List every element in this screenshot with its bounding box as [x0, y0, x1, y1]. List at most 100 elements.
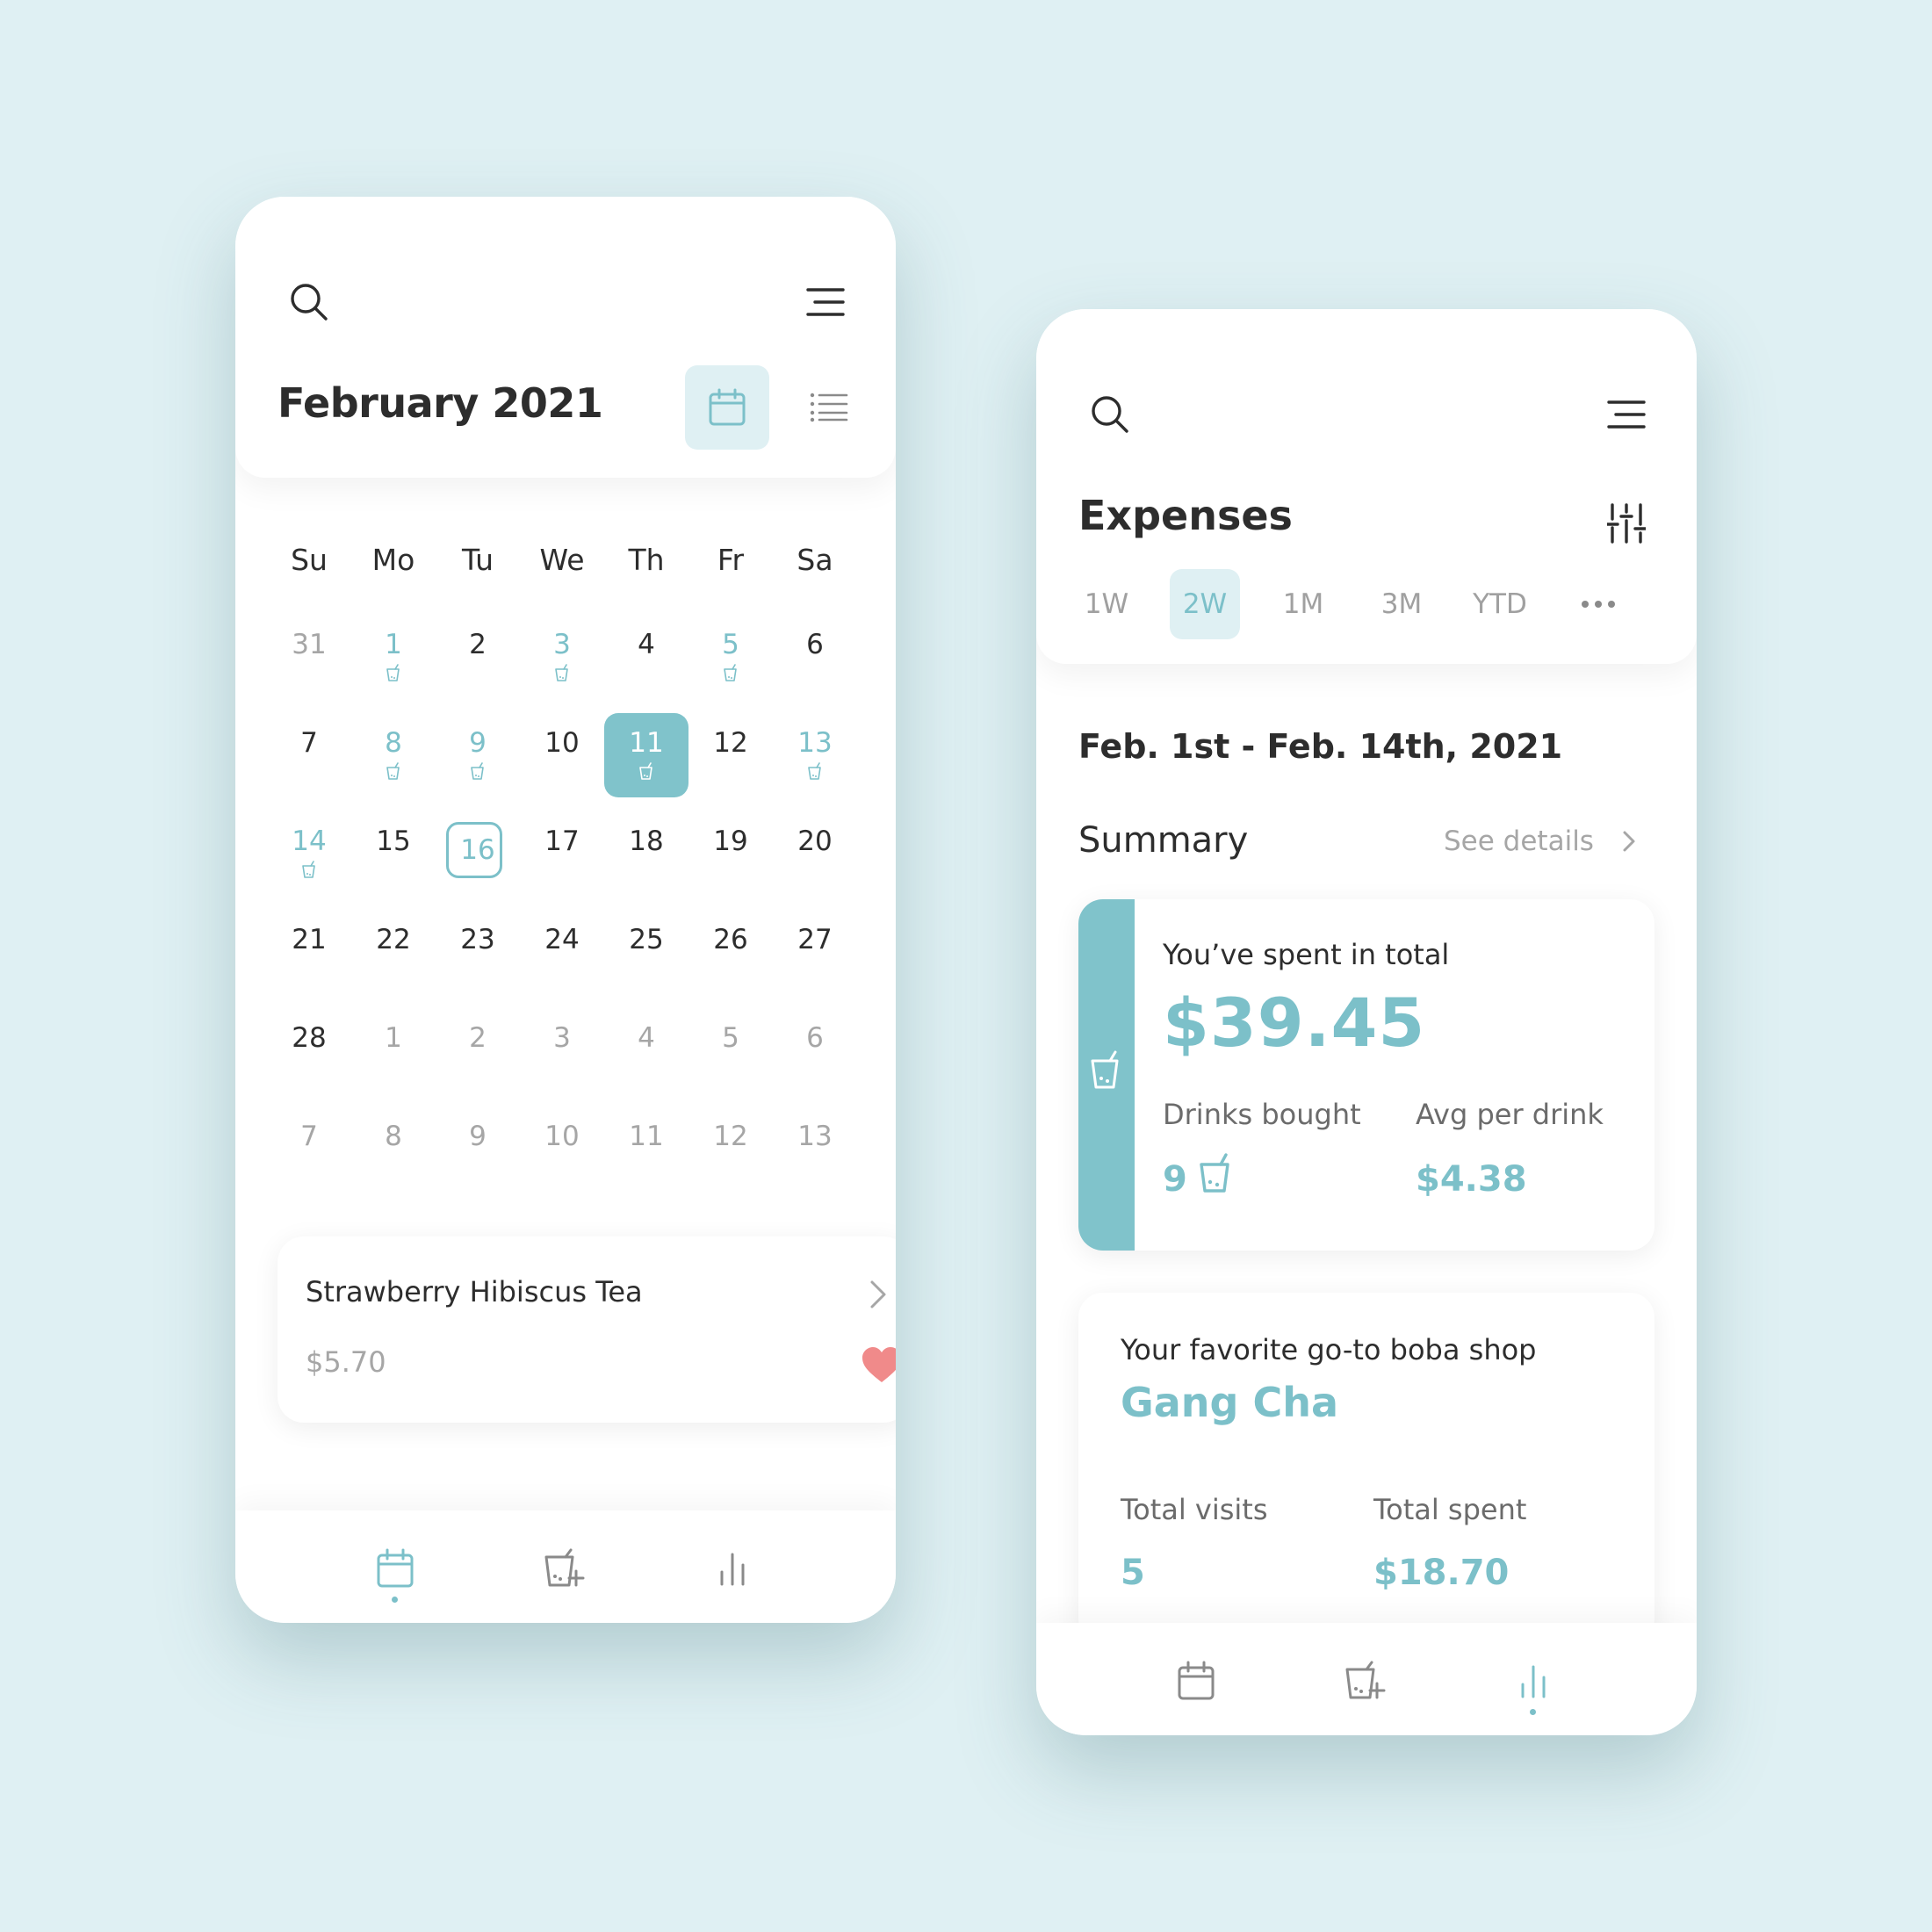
calendar-day[interactable]: 8 [351, 713, 436, 797]
tab-2w[interactable]: 2W [1170, 569, 1240, 639]
day-number: 4 [638, 629, 655, 660]
favorite-shop-label: Your favorite go-to boba shop [1121, 1333, 1537, 1366]
calendar-day[interactable]: 23 [436, 910, 520, 994]
nav-calendar[interactable] [369, 1542, 422, 1595]
calendar-day[interactable]: 11 [604, 1107, 688, 1191]
page-title: Expenses [1078, 492, 1293, 539]
calendar-day[interactable]: 5 [688, 1008, 773, 1092]
calendar-day[interactable]: 26 [688, 910, 773, 994]
nav-add-drink[interactable] [537, 1542, 590, 1595]
calendar-day[interactable]: 2 [436, 615, 520, 699]
calendar-day[interactable]: 24 [520, 910, 604, 994]
chevron-right-icon[interactable] [1621, 829, 1637, 857]
calendar-day[interactable]: 2 [436, 1008, 520, 1092]
add-drink-icon [1345, 1661, 1386, 1699]
calendar-day[interactable]: 13 [773, 713, 857, 797]
filter-sliders-icon[interactable] [1598, 495, 1654, 551]
day-number: 19 [713, 825, 748, 857]
day-number: 13 [797, 727, 833, 759]
calendar-day[interactable]: 13 [773, 1107, 857, 1191]
search-icon[interactable] [281, 274, 337, 330]
calendar-screen: February 2021 Su Mo Tu We Th Fr Sa 31 1 2 3 4 5 6 7 8 9… [235, 197, 896, 1623]
calendar-day[interactable]: 12 [688, 713, 773, 797]
see-details-link[interactable]: See details [1444, 825, 1594, 857]
day-number: 23 [460, 924, 495, 955]
tab-3m[interactable]: 3M [1366, 569, 1437, 639]
calendar-grid: 31 1 2 3 4 5 6 7 8 9 10 11 12 13 14 15 16 17 18 19 20 21 22 23 2… [267, 615, 857, 1205]
more-dots-icon[interactable] [1563, 569, 1633, 639]
boba-cup-icon [385, 762, 402, 783]
heart-icon[interactable] [861, 1345, 896, 1388]
calendar-icon [377, 1548, 414, 1588]
calendar-day[interactable]: 3 [520, 615, 604, 699]
calendar-day[interactable]: 10 [520, 1107, 604, 1191]
calendar-day[interactable]: 27 [773, 910, 857, 994]
search-icon[interactable] [1082, 386, 1138, 443]
calendar-day[interactable]: 3 [520, 1008, 604, 1092]
day-number: 12 [713, 727, 748, 759]
calendar-day[interactable]: 5 [688, 615, 773, 699]
calendar-day[interactable]: 4 [604, 615, 688, 699]
calendar-day[interactable]: 22 [351, 910, 436, 994]
tab-ytd[interactable]: YTD [1465, 569, 1535, 639]
list-view-button[interactable] [787, 365, 871, 450]
tab-1w[interactable]: 1W [1071, 569, 1142, 639]
calendar-day[interactable]: 15 [351, 811, 436, 896]
date-range: Feb. 1st - Feb. 14th, 2021 [1078, 727, 1563, 766]
calendar-day[interactable]: 17 [520, 811, 604, 896]
calendar-icon [1178, 1661, 1215, 1700]
boba-cup-icon [1198, 1152, 1233, 1196]
day-number: 11 [629, 1121, 664, 1152]
calendar-day[interactable]: 6 [773, 1008, 857, 1092]
menu-icon[interactable] [797, 274, 854, 330]
calendar-day[interactable]: 25 [604, 910, 688, 994]
range-tabs: 1W 2W 1M 3M YTD [1071, 569, 1662, 639]
calendar-day[interactable]: 4 [604, 1008, 688, 1092]
day-number: 3 [553, 1022, 571, 1054]
calendar-day[interactable]: 1 [351, 615, 436, 699]
active-nav-indicator [392, 1597, 398, 1603]
calendar-day[interactable]: 9 [436, 1107, 520, 1191]
calendar-view-button[interactable] [685, 365, 769, 450]
calendar-day[interactable]: 12 [688, 1107, 773, 1191]
calendar-day[interactable]: 31 [267, 615, 351, 699]
calendar-day[interactable]: 7 [267, 1107, 351, 1191]
calendar-day[interactable]: 14 [267, 811, 351, 896]
nav-calendar[interactable] [1170, 1654, 1222, 1707]
chevron-right-icon[interactable] [868, 1279, 889, 1314]
drinks-bought-label: Drinks bought [1163, 1098, 1361, 1131]
list-icon [810, 393, 848, 422]
calendar-day[interactable]: 20 [773, 811, 857, 896]
calendar-day[interactable]: 19 [688, 811, 773, 896]
calendar-day[interactable]: 8 [351, 1107, 436, 1191]
calendar-day[interactable]: 1 [351, 1008, 436, 1092]
menu-icon[interactable] [1598, 386, 1654, 443]
day-number: 8 [385, 727, 402, 759]
boba-cup-icon [638, 762, 655, 783]
calendar-day[interactable]: 16 [436, 811, 520, 896]
nav-add-drink[interactable] [1338, 1654, 1391, 1707]
favorite-shop-card[interactable]: Your favorite go-to boba shop Gang Cha T… [1078, 1293, 1654, 1644]
calendar-day[interactable]: 11 [604, 713, 688, 797]
drink-entry-card[interactable]: Strawberry Hibiscus Tea $5.70 [278, 1236, 896, 1423]
nav-stats[interactable] [706, 1542, 759, 1595]
nav-stats[interactable] [1507, 1654, 1560, 1707]
calendar-day[interactable]: 10 [520, 713, 604, 797]
tab-1m[interactable]: 1M [1268, 569, 1338, 639]
weekday-label: Mo [371, 543, 415, 577]
calendar-day[interactable]: 21 [267, 910, 351, 994]
calendar-day[interactable]: 18 [604, 811, 688, 896]
stats-icon [720, 1553, 745, 1586]
day-number: 10 [544, 727, 580, 759]
day-number: 25 [629, 924, 664, 955]
calendar-day[interactable]: 9 [436, 713, 520, 797]
day-number: 1 [385, 629, 402, 660]
avg-per-drink-label: Avg per drink [1416, 1098, 1604, 1131]
calendar-day[interactable]: 28 [267, 1008, 351, 1092]
day-number: 18 [629, 825, 664, 857]
day-number: 1 [385, 1022, 402, 1054]
calendar-header: February 2021 [235, 197, 896, 478]
calendar-day[interactable]: 7 [267, 713, 351, 797]
day-number: 9 [469, 727, 487, 759]
calendar-day[interactable]: 6 [773, 615, 857, 699]
